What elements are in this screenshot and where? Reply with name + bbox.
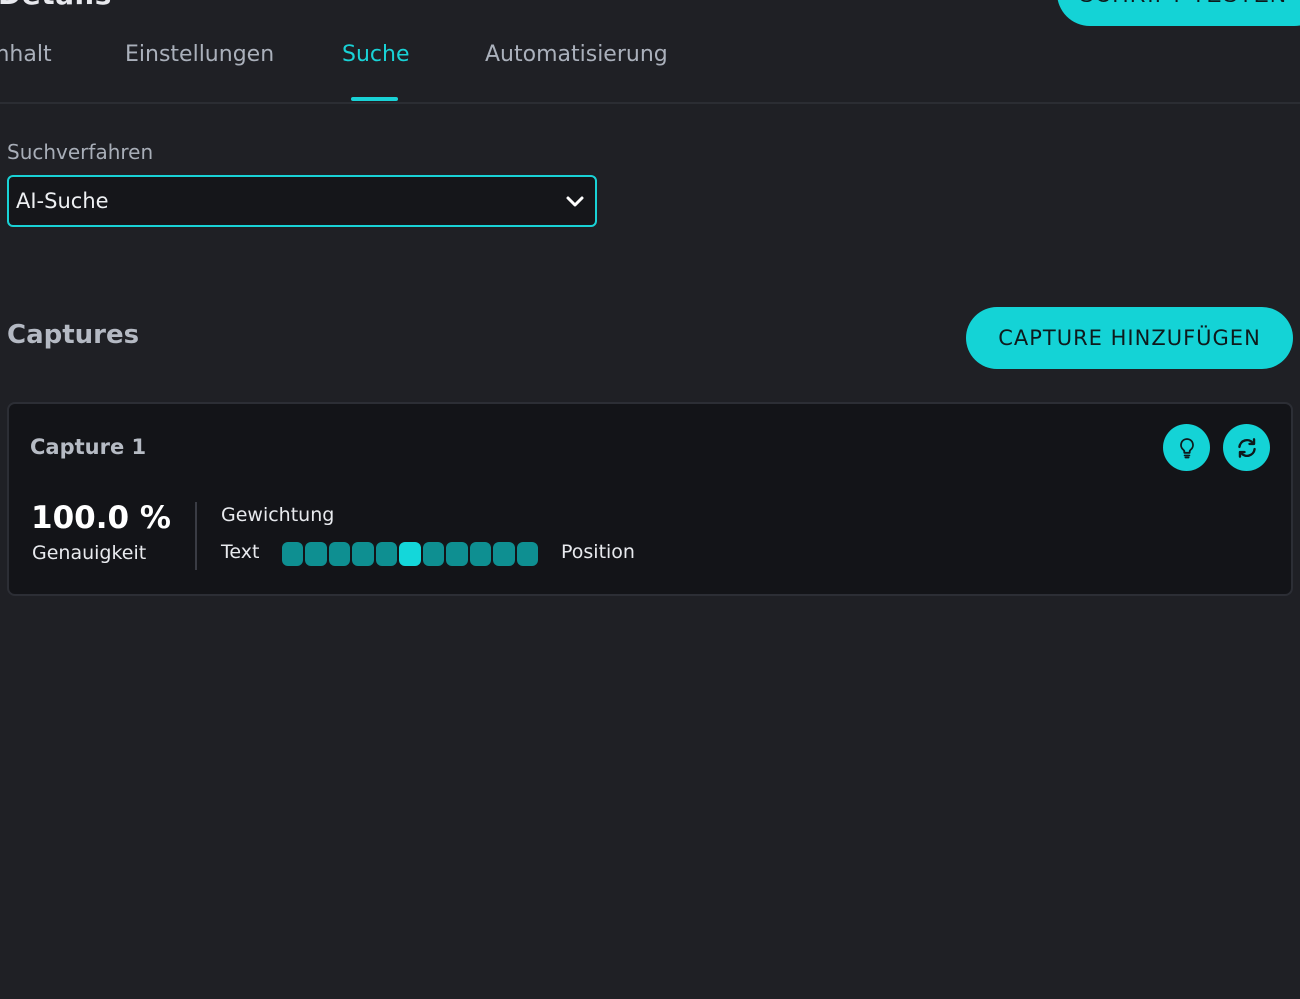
tab-automation[interactable]: Automatisierung xyxy=(485,42,668,67)
weighting-slider-step[interactable] xyxy=(352,542,374,566)
page-title: Details xyxy=(0,0,112,11)
chevron-down-icon xyxy=(566,196,584,207)
weighting-slider-thumb[interactable] xyxy=(399,542,421,566)
weighting-slider-step[interactable] xyxy=(282,542,304,566)
weighting-slider-step[interactable] xyxy=(328,542,351,566)
search-method-label: Suchverfahren xyxy=(7,140,154,164)
tab-bar: Inhalt Einstellungen Suche Automatisieru… xyxy=(0,30,1300,104)
add-capture-button[interactable]: CAPTURE HINZUFÜGEN xyxy=(966,307,1293,369)
search-method-select[interactable]: AI-Suche xyxy=(7,175,597,227)
search-method-value: AI-Suche xyxy=(16,189,109,213)
captures-heading: Captures xyxy=(7,320,140,350)
capture-title: Capture 1 xyxy=(30,435,147,459)
weighting-label: Gewichtung xyxy=(221,504,335,526)
weighting-slider-step[interactable] xyxy=(422,542,445,566)
weighting-slider-step[interactable] xyxy=(305,542,327,566)
refresh-icon xyxy=(1237,437,1256,458)
weighting-slider-step[interactable] xyxy=(516,542,538,566)
tab-settings[interactable]: Einstellungen xyxy=(125,42,274,67)
weighting-slider-step[interactable] xyxy=(469,542,492,566)
tab-content[interactable]: Inhalt xyxy=(0,42,52,67)
weighting-slider-step[interactable] xyxy=(375,542,398,566)
weighting-text-label: Text xyxy=(221,541,260,563)
hint-button[interactable] xyxy=(1163,424,1210,471)
divider xyxy=(195,502,197,570)
test-font-button[interactable]: SCHRIFT TESTEN xyxy=(1057,0,1300,26)
refresh-button[interactable] xyxy=(1223,424,1270,471)
weighting-slider[interactable] xyxy=(282,542,538,566)
weighting-slider-step[interactable] xyxy=(446,542,468,566)
accuracy-label: Genauigkeit xyxy=(32,542,147,564)
accuracy-value: 100.0 % xyxy=(31,500,171,536)
lightbulb-icon xyxy=(1179,437,1194,458)
tab-search[interactable]: Suche xyxy=(342,42,409,67)
capture-card: Capture 1 100.0 % Genauigkeit Gewichtung… xyxy=(7,402,1293,596)
active-tab-indicator xyxy=(351,97,398,101)
page: Details SCHRIFT TESTEN Inhalt Einstellun… xyxy=(0,0,1300,999)
weighting-position-label: Position xyxy=(561,541,635,563)
weighting-slider-step[interactable] xyxy=(493,542,515,566)
